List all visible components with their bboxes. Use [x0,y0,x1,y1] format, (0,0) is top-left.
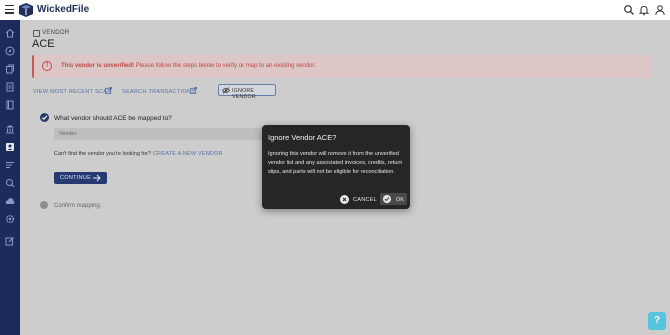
confirm-mapping-step: Confirm mapping. [54,203,102,209]
invoice-icon[interactable] [5,82,15,92]
close-circle-icon [340,195,349,204]
cloud-upload-icon[interactable] [5,196,15,206]
vendor-select[interactable]: Vendor [54,128,264,140]
edit-icon[interactable] [5,236,15,246]
check-circle-icon [383,195,391,203]
vendor-contact-icon[interactable] [5,142,15,152]
external-link-icon[interactable] [190,87,197,94]
continue-button[interactable]: CONTINUE [54,172,107,184]
mapping-question: What vendor should ACE be mapped to? [54,115,172,122]
page-title: ACE [32,38,55,50]
dialog-title: Ignore Vendor ACE? [268,133,337,142]
top-bar: WickedFile [0,0,670,20]
sidebar [0,20,20,335]
ignore-vendor-button[interactable]: IGNORE VENDOR [218,84,276,100]
documents-icon[interactable] [5,64,15,74]
ignore-vendor-dialog: Ignore Vendor ACE? Ignoring this vendor … [262,125,410,209]
cant-find-text: Can't find the vendor you're looking for… [54,151,151,157]
external-link-icon[interactable] [105,87,112,94]
wickedfile-logo [19,3,33,17]
vendor-select-placeholder: Vendor [59,131,77,137]
unverified-alert: ! This vendor is unverified! Please foll… [32,55,652,78]
help-icon: ? [653,315,661,326]
search-nav-icon[interactable] [5,178,15,188]
create-vendor-link[interactable]: CREATE A NEW VENDOR [153,151,223,157]
step-pending-icon [40,201,48,209]
menu-icon[interactable] [5,5,14,15]
settings-icon[interactable] [5,214,15,224]
eye-off-icon [222,87,230,94]
continue-label: CONTINUE [60,175,92,181]
alert-icon: ! [42,61,52,71]
breadcrumb: VENDOR [42,30,70,36]
book-icon[interactable] [5,100,15,110]
alert-title: This vendor is unverified! [61,63,135,69]
compass-icon[interactable] [5,46,15,56]
arrow-right-icon [93,174,101,182]
user-icon[interactable] [654,4,666,16]
app-name: WickedFile [37,4,90,15]
search-transactions-link[interactable]: SEARCH TRANSACTIONS [122,89,195,95]
view-scan-link[interactable]: VIEW MOST RECENT SCAN [33,89,112,95]
cancel-label: CANCEL [353,196,378,203]
help-button[interactable]: ? [648,312,666,330]
ok-button[interactable]: OK [380,193,407,205]
alert-message: This vendor is unverified! Please follow… [61,63,316,69]
cancel-button[interactable]: CANCEL [338,194,378,205]
bank-icon[interactable] [5,124,15,134]
ignore-vendor-label: IGNORE VENDOR [232,88,256,100]
dialog-message: Ignoring this vendor will remove it from… [268,151,403,175]
alert-body: Please follow the steps below to verify … [134,63,316,69]
ok-label: OK [396,196,404,203]
search-icon[interactable] [623,4,635,16]
vendor-icon [33,30,40,37]
filter-list-icon[interactable] [5,160,15,170]
home-icon[interactable] [5,28,15,38]
bell-icon[interactable] [638,4,650,16]
step-complete-icon [40,113,49,122]
